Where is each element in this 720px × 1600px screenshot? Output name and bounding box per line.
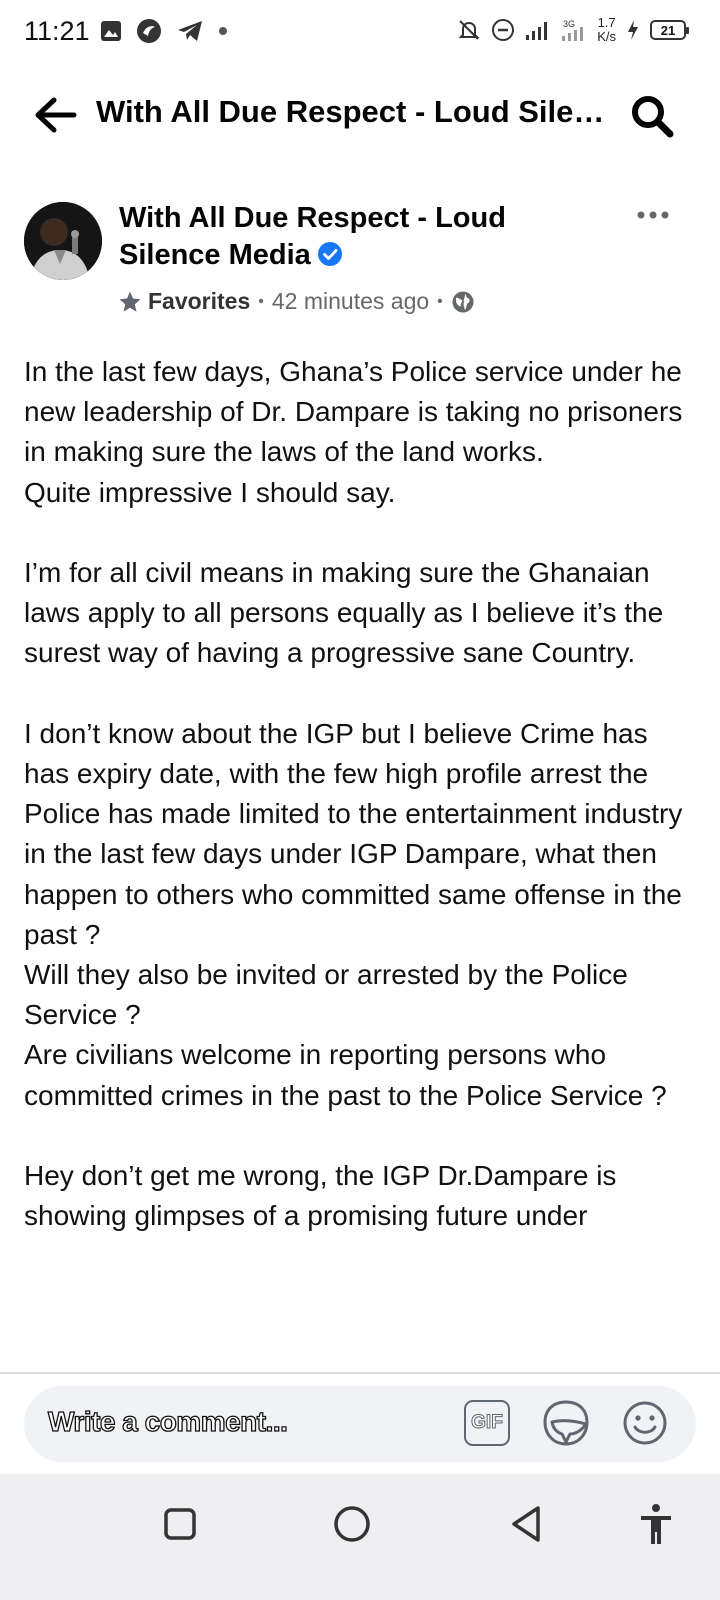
svg-text:3G: 3G	[563, 19, 575, 29]
meta-separator: •	[258, 292, 264, 310]
system-back-button[interactable]	[502, 1500, 550, 1548]
post-paragraph: I’m for all civil means in making sure t…	[24, 557, 664, 669]
post-author[interactable]: With All Due Respect - Loud Silence Medi…	[119, 200, 539, 274]
square-icon	[164, 1508, 196, 1540]
system-navigation-bar	[0, 1474, 720, 1600]
signal-3g-icon: 3G	[562, 19, 584, 41]
more-dots-icon	[637, 211, 669, 219]
bird-app-icon	[137, 19, 161, 43]
page-title: With All Due Respect - Loud Silence Medi…	[96, 94, 616, 129]
triangle-back-icon	[512, 1506, 540, 1542]
emoji-icon	[623, 1401, 667, 1445]
network-speed: 1.7 K/s	[597, 15, 616, 44]
recent-apps-button[interactable]	[156, 1500, 204, 1548]
search-button[interactable]	[628, 92, 676, 140]
dot-icon	[219, 27, 227, 35]
post-paragraph: I don’t know about the IGP but I believe…	[24, 717, 683, 1111]
page-header: With All Due Respect - Loud Silence Medi…	[0, 70, 720, 160]
comment-input[interactable]: Write a comment... GIF	[24, 1386, 696, 1462]
gif-button[interactable]: GIF	[464, 1400, 510, 1446]
do-not-disturb-icon	[492, 19, 515, 41]
signal-icon	[526, 22, 548, 40]
post-paragraph: In the last few days, Ghana’s Police ser…	[24, 356, 683, 508]
post-text: In the last few days, Ghana’s Police ser…	[24, 352, 696, 1370]
charging-icon	[628, 20, 638, 40]
globe-icon	[452, 291, 474, 312]
star-icon	[119, 291, 141, 312]
telegram-icon	[178, 21, 202, 41]
sticker-icon	[543, 1400, 589, 1446]
status-notification-icons	[100, 18, 228, 44]
comment-composer: Write a comment... GIF	[0, 1374, 720, 1474]
gallery-icon	[101, 21, 121, 41]
arrow-left-icon	[35, 97, 77, 133]
search-icon	[632, 96, 674, 138]
status-time: 11:21	[24, 16, 90, 46]
post-timestamp[interactable]: 42 minutes ago	[272, 288, 429, 315]
back-button[interactable]	[30, 92, 80, 138]
author-avatar[interactable]	[24, 202, 102, 280]
battery-indicator: 21	[650, 20, 689, 40]
avatar-image	[24, 202, 102, 280]
post-meta: Favorites • 42 minutes ago •	[118, 288, 475, 315]
verified-badge-icon	[317, 242, 342, 266]
meta-separator: •	[437, 292, 443, 310]
post-options-button[interactable]	[632, 200, 674, 230]
status-bar: 11:21 3G 1.7 K/s 21	[0, 0, 720, 64]
accessibility-icon	[641, 1504, 671, 1544]
muted-bell-icon	[458, 20, 480, 40]
circle-icon	[334, 1506, 370, 1542]
home-button[interactable]	[328, 1500, 376, 1548]
post-paragraph: Hey don’t get me wrong, the IGP Dr.Dampa…	[24, 1160, 617, 1232]
audience-label[interactable]: Favorites	[148, 288, 250, 315]
sticker-button[interactable]	[542, 1398, 590, 1448]
emoji-button[interactable]	[622, 1400, 668, 1446]
comment-placeholder: Write a comment...	[47, 1405, 288, 1437]
accessibility-button[interactable]	[632, 1500, 680, 1548]
status-system-icons: 3G 1.7 K/s 21	[457, 15, 689, 44]
